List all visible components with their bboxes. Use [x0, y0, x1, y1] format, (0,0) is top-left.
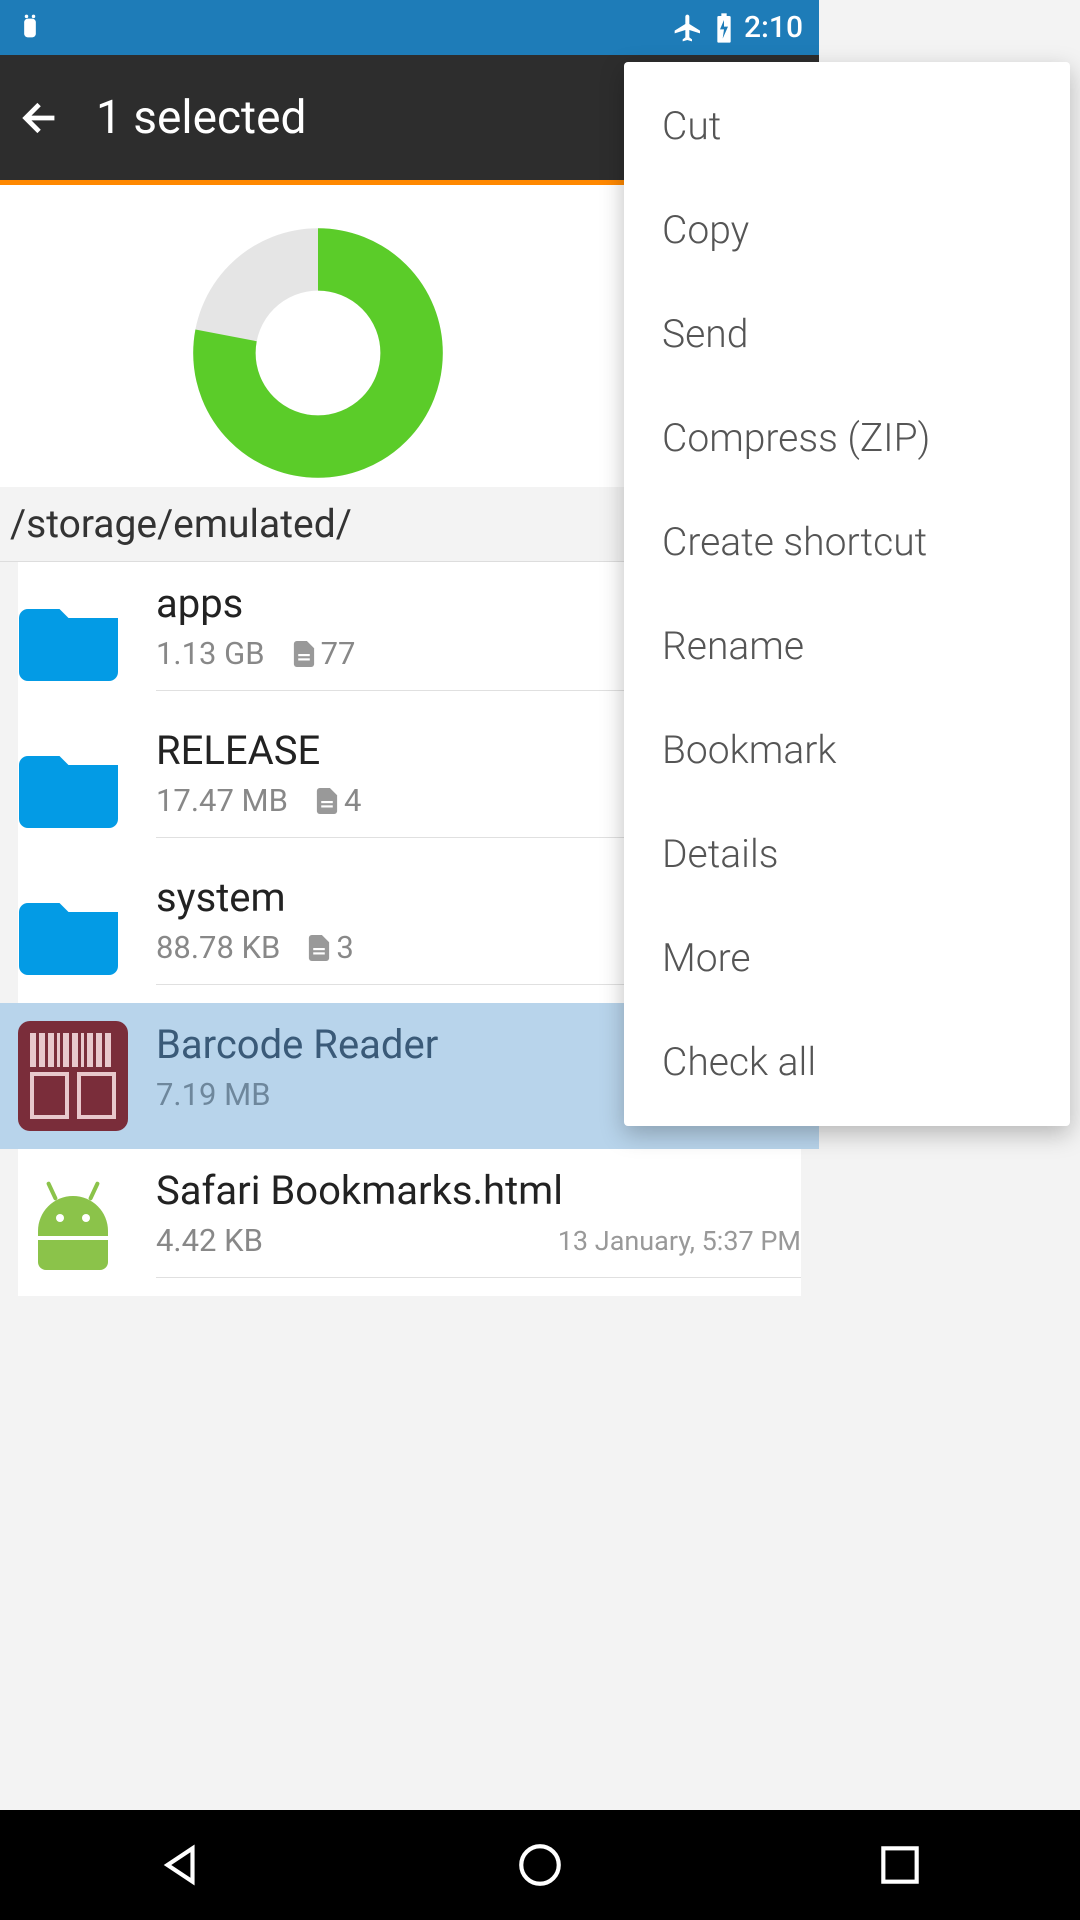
- context-menu: Cut Copy Send Compress (ZIP) Create shor…: [624, 62, 1070, 1126]
- menu-item-bookmark[interactable]: Bookmark: [624, 698, 1070, 802]
- file-count-icon: [293, 641, 315, 667]
- file-count: 3: [336, 929, 353, 966]
- file-row-safari-bookmarks[interactable]: Safari Bookmarks.html 4.42 KB 13 January…: [18, 1149, 801, 1296]
- status-bar: 2:10: [0, 0, 819, 55]
- menu-item-create-shortcut[interactable]: Create shortcut: [624, 490, 1070, 594]
- menu-item-compress[interactable]: Compress (ZIP): [624, 386, 1070, 490]
- back-arrow-icon[interactable]: [18, 95, 64, 141]
- file-size: 4.42 KB: [156, 1222, 263, 1259]
- menu-item-details[interactable]: Details: [624, 802, 1070, 906]
- barcode-app-icon: [18, 1031, 128, 1121]
- folder-icon: [18, 885, 128, 975]
- file-count-icon: [316, 788, 338, 814]
- nav-home-icon[interactable]: [515, 1840, 565, 1890]
- airplane-mode-icon: [672, 12, 704, 44]
- menu-item-copy[interactable]: Copy: [624, 178, 1070, 282]
- folder-icon: [18, 738, 128, 828]
- status-left: [16, 14, 44, 42]
- menu-item-check-all[interactable]: Check all: [624, 1010, 1070, 1114]
- file-size: 1.13 GB: [156, 635, 265, 672]
- file-count-icon: [308, 935, 330, 961]
- file-size: 7.19 MB: [156, 1076, 271, 1113]
- storage-donut-chart: [188, 223, 448, 483]
- folder-icon: [18, 591, 128, 681]
- menu-item-more[interactable]: More: [624, 906, 1070, 1010]
- file-date: 13 January, 5:37 PM: [558, 1225, 801, 1257]
- status-right: 2:10: [672, 10, 803, 45]
- status-time: 2:10: [744, 10, 803, 45]
- notification-icon: [16, 14, 44, 42]
- menu-item-send[interactable]: Send: [624, 282, 1070, 386]
- nav-recent-icon[interactable]: [875, 1840, 925, 1890]
- android-file-icon: [18, 1178, 128, 1268]
- selection-count-title: 1 selected: [96, 91, 306, 145]
- file-name: Safari Bookmarks.html: [156, 1167, 801, 1214]
- file-size: 17.47 MB: [156, 782, 288, 819]
- file-count: 4: [344, 782, 361, 819]
- menu-item-cut[interactable]: Cut: [624, 74, 1070, 178]
- battery-charging-icon: [714, 12, 734, 44]
- nav-back-icon[interactable]: [155, 1840, 205, 1890]
- file-size: 88.78 KB: [156, 929, 280, 966]
- menu-item-rename[interactable]: Rename: [624, 594, 1070, 698]
- android-nav-bar: [0, 1810, 1080, 1920]
- file-count: 77: [321, 635, 356, 672]
